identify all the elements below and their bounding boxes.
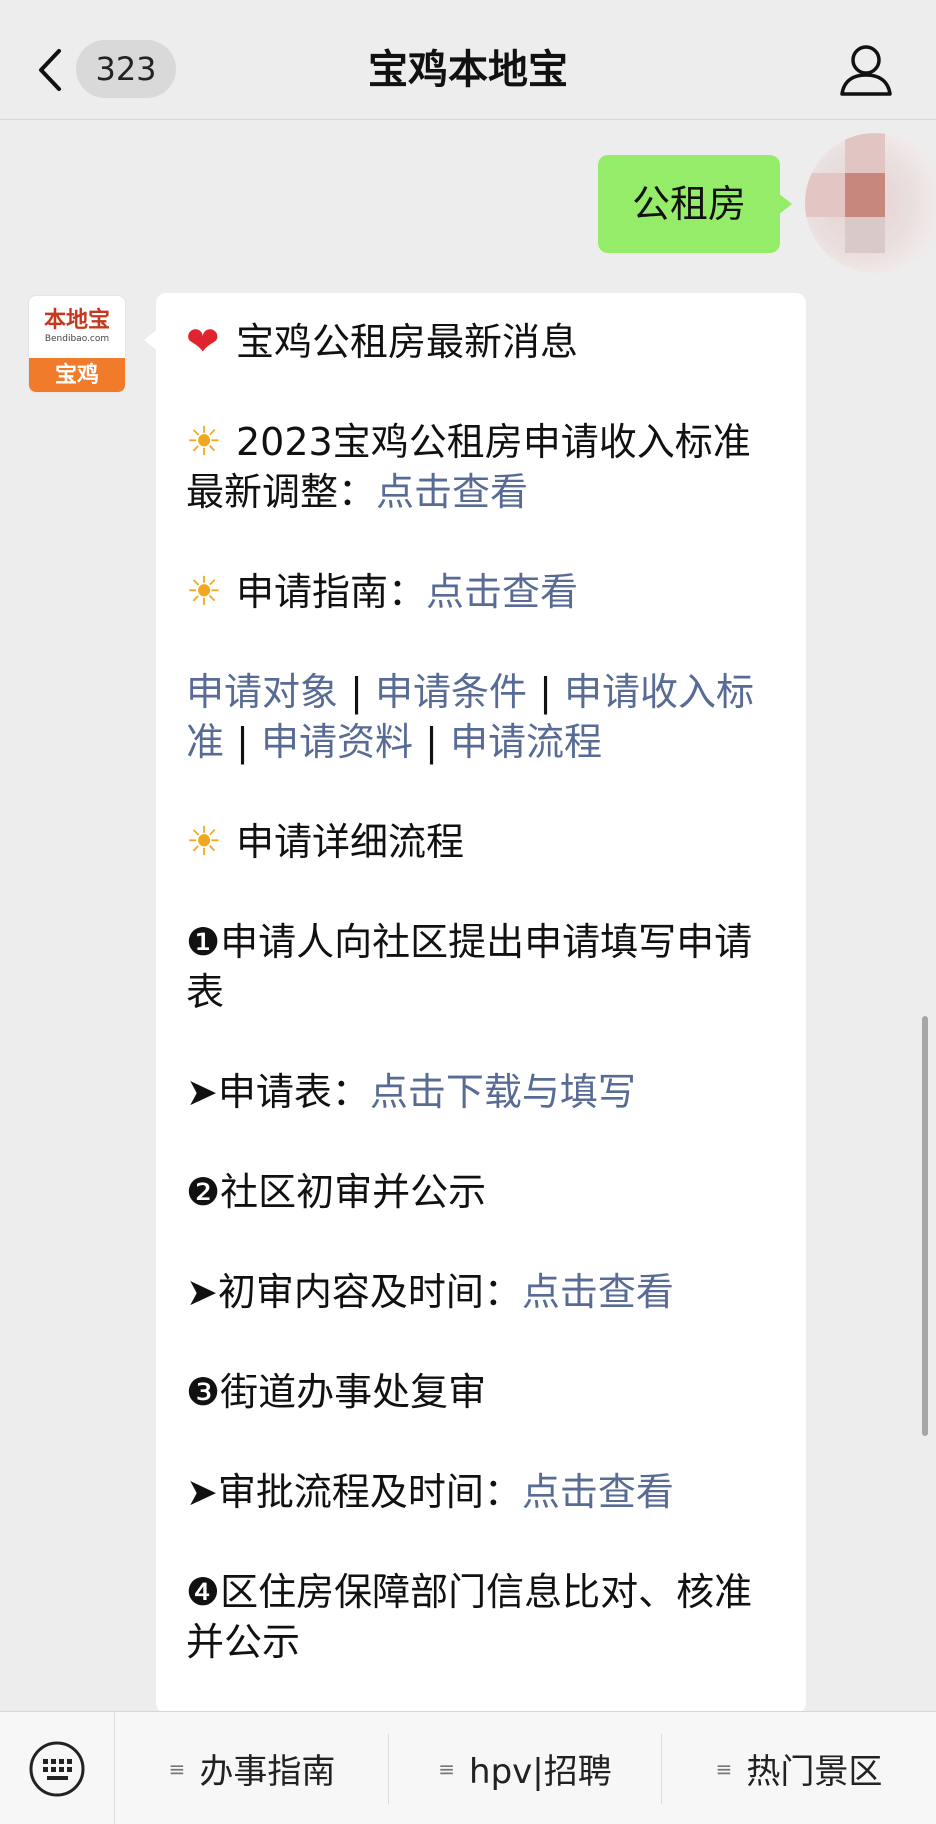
bot-avatar[interactable]: 本地宝 Bendibao.com 宝鸡	[28, 295, 126, 393]
topic-links-paragraph: 申请对象 | 申请条件 | 申请收入标准 | 申请资料 | 申请流程	[186, 667, 776, 767]
page-title: 宝鸡本地宝	[368, 47, 568, 93]
menu-item-label: hpv|招聘	[469, 1752, 612, 1792]
menu-item-label: 热门景区	[746, 1752, 883, 1792]
process-title: 申请详细流程	[236, 820, 465, 864]
form-download-link[interactable]: 点击下载与填写	[370, 1070, 636, 1114]
form-paragraph: ➤申请表：点击下载与填写	[186, 1067, 776, 1117]
bottom-menu-bar: ≡ 办事指南 ≡ hpv|招聘 ≡ 热门景区	[0, 1711, 936, 1824]
guide-link[interactable]: 点击查看	[426, 570, 578, 614]
link-apply-conditions[interactable]: 申请条件	[375, 670, 527, 714]
menu-lines-icon: ≡	[168, 1756, 186, 1781]
nav-header: 323 宝鸡本地宝	[0, 0, 936, 120]
heart-icon: ❤	[186, 319, 220, 365]
user-message-bubble[interactable]: 公租房	[598, 155, 792, 253]
link-separator: |	[236, 720, 249, 764]
step4-paragraph: ❹区住房保障部门信息比对、核准并公示	[186, 1570, 753, 1664]
avatar-city-label: 宝鸡	[29, 358, 125, 392]
menu-lines-icon: ≡	[438, 1756, 456, 1781]
sun-icon: ☀	[186, 569, 222, 615]
headline-text: 宝鸡公租房最新消息	[236, 320, 579, 364]
income-paragraph: ☀ 2023宝鸡公租房申请收入标准最新调整：点击查看	[186, 417, 776, 517]
link-separator: |	[350, 670, 363, 714]
step2-paragraph: ❷社区初审并公示	[186, 1170, 487, 1214]
step3-paragraph: ❸街道办事处复审	[186, 1370, 487, 1414]
menu-item-scenic-spots[interactable]: ≡ 热门景区	[662, 1712, 936, 1824]
logo-url: Bendibao.com	[44, 334, 110, 344]
income-link[interactable]: 点击查看	[376, 470, 528, 514]
form-text: ➤申请表：	[186, 1070, 370, 1114]
sun-icon: ☀	[186, 419, 222, 465]
link-apply-process[interactable]: 申请流程	[450, 720, 602, 764]
link-apply-target[interactable]: 申请对象	[186, 670, 338, 714]
person-icon	[840, 45, 892, 96]
profile-button[interactable]	[836, 40, 896, 100]
bot-message-bubble: ❤ 宝鸡公租房最新消息 ☀ 2023宝鸡公租房申请收入标准最新调整：点击查看 ☀ 申请…	[156, 293, 806, 1713]
review-paragraph: ➤初审内容及时间：点击查看	[186, 1267, 776, 1317]
bendibao-logo: 本地宝 Bendibao.com	[29, 296, 125, 358]
logo-text: 本地宝	[43, 308, 110, 333]
process-title-paragraph: ☀ 申请详细流程	[186, 817, 776, 867]
chat-scrollbar[interactable]	[922, 1016, 928, 1436]
review-link[interactable]: 点击查看	[522, 1270, 674, 1314]
user-avatar[interactable]	[805, 133, 936, 273]
sun-icon: ☀	[186, 819, 222, 865]
keyboard-toggle-button[interactable]	[0, 1712, 115, 1824]
approval-link[interactable]: 点击查看	[522, 1470, 674, 1514]
step1-paragraph: ❶申请人向社区提出申请填写申请表	[186, 920, 753, 1014]
menu-item-guide[interactable]: ≡ 办事指南	[116, 1712, 388, 1824]
menu-item-label: 办事指南	[199, 1752, 336, 1792]
review-text: ➤初审内容及时间：	[186, 1270, 522, 1314]
link-apply-materials[interactable]: 申请资料	[261, 720, 413, 764]
headline-paragraph: ❤ 宝鸡公租房最新消息	[186, 317, 776, 367]
menu-lines-icon: ≡	[715, 1756, 733, 1781]
approval-text: ➤审批流程及时间：	[186, 1470, 522, 1514]
chat-area[interactable]: 公租房 本地宝 Bendibao.com 宝鸡 ❤ 宝鸡公租房最新消息 ☀ 2023…	[0, 121, 936, 1713]
link-separator: |	[539, 670, 552, 714]
keyboard-icon	[29, 1741, 85, 1796]
menu-item-hpv-jobs[interactable]: ≡ hpv|招聘	[389, 1712, 661, 1824]
link-separator: |	[425, 720, 438, 764]
guide-text: 申请指南：	[236, 570, 427, 614]
guide-paragraph: ☀ 申请指南：点击查看	[186, 567, 776, 617]
approval-paragraph: ➤审批流程及时间：点击查看	[186, 1467, 776, 1517]
